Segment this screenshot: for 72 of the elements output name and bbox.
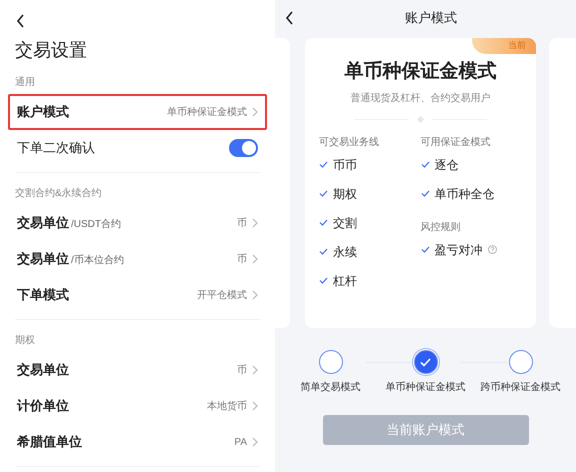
current-badge: 当前 <box>472 38 536 54</box>
feature-label: 交割 <box>333 214 357 232</box>
feature-label: 杠杆 <box>333 272 357 290</box>
row-label: 计价单位 <box>17 397 69 416</box>
row-sublabel: /币本位合约 <box>71 254 124 268</box>
check-icon <box>420 190 430 197</box>
card-subtitle: 普通现货及杠杆、合约交易用户 <box>350 92 492 106</box>
back-icon[interactable] <box>285 11 294 25</box>
diamond-icon <box>417 116 424 122</box>
chevron-right-icon <box>252 254 258 264</box>
row-label: 希腊值单位 <box>17 433 82 452</box>
help-icon[interactable] <box>488 245 496 254</box>
row-label: 下单模式 <box>17 286 69 304</box>
check-icon <box>319 277 328 284</box>
feature-label: 币币 <box>333 156 357 174</box>
mode-radio[interactable] <box>414 350 438 374</box>
settings-row[interactable]: 计价单位 本地货币 <box>8 388 267 424</box>
feature-label: 逐仓 <box>434 156 458 174</box>
row-label: 交易单位 <box>17 361 69 380</box>
mode-label: 单币种保证金模式 <box>386 380 466 395</box>
settings-row[interactable]: 希腊值单位 PA <box>8 424 267 460</box>
check-icon <box>319 190 328 197</box>
column-heading: 风控规则 <box>420 220 462 234</box>
row-label: 交易单位 <box>17 214 69 232</box>
column-heading: 可用保证金模式 <box>420 136 492 148</box>
row-value: 本地货币 <box>207 400 247 414</box>
chevron-right-icon <box>252 290 258 300</box>
settings-row[interactable]: 交易单位/USDT合约 币 <box>8 205 267 241</box>
mode-radio[interactable] <box>318 350 342 374</box>
card-title: 单币种保证金模式 <box>344 60 498 84</box>
row-label: 交易单位 <box>17 250 69 268</box>
feature-label: 永续 <box>333 244 357 260</box>
settings-row[interactable]: 交易单位/币本位合约 币 <box>8 241 267 277</box>
chevron-right-icon <box>252 437 258 447</box>
row-value: PA <box>234 436 247 450</box>
back-icon[interactable] <box>16 14 25 28</box>
check-icon <box>420 358 431 366</box>
chevron-right-icon <box>252 365 258 375</box>
feature-label: 盈亏对冲 <box>434 242 482 258</box>
chevron-right-icon <box>252 107 258 117</box>
page-title: 交易设置 <box>14 39 88 62</box>
row-sublabel: /USDT合约 <box>71 218 121 232</box>
check-icon <box>319 248 328 255</box>
check-icon <box>319 219 328 226</box>
section-heading: 通用 <box>14 76 36 90</box>
row-label: 账户模式 <box>17 103 69 122</box>
header-title: 账户模式 <box>405 9 457 28</box>
check-icon <box>420 246 430 253</box>
row-value: 币 <box>237 252 247 266</box>
mode-radio[interactable] <box>508 350 532 374</box>
section-heading: 期权 <box>14 334 36 348</box>
settings-row[interactable]: 交易单位 币 <box>8 352 267 388</box>
row-label: 下单二次确认 <box>17 139 95 158</box>
settings-row[interactable]: 下单模式 开平仓模式 <box>8 277 267 313</box>
check-icon <box>319 161 328 168</box>
toggle-switch[interactable] <box>229 139 258 157</box>
settings-row[interactable]: 下单二次确认 <box>8 130 267 166</box>
row-value: 币 <box>237 216 247 230</box>
section-heading: 交割合约&永续合约 <box>14 186 103 200</box>
row-value: 币 <box>237 364 247 378</box>
chevron-right-icon <box>252 401 258 411</box>
row-value: 开平仓模式 <box>197 288 247 302</box>
toggle-knob <box>242 141 256 155</box>
row-value: 单币种保证金模式 <box>167 106 247 120</box>
column-heading: 可交易业务线 <box>319 136 380 148</box>
mode-label: 跨币种保证金模式 <box>480 380 560 395</box>
chevron-right-icon <box>252 218 258 228</box>
check-icon <box>420 161 430 168</box>
feature-label: 期权 <box>333 186 357 202</box>
settings-row[interactable]: 账户模式 单币种保证金模式 <box>8 94 267 130</box>
feature-label: 单币种全仓 <box>434 186 494 202</box>
mode-label: 简单交易模式 <box>300 380 360 395</box>
